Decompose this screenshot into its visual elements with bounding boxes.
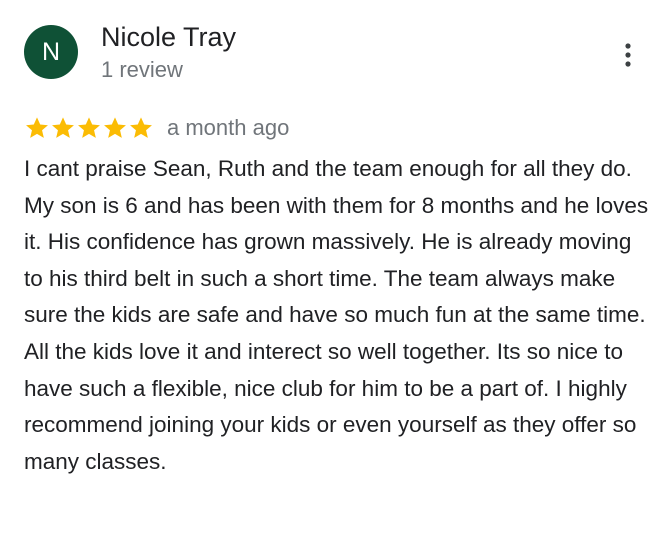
star-icon xyxy=(130,117,152,138)
star-icon xyxy=(78,117,100,138)
reviewer-review-count[interactable]: 1 review xyxy=(101,56,183,84)
rating-row: a month ago xyxy=(24,112,289,144)
star-icon xyxy=(26,117,48,138)
avatar[interactable]: N xyxy=(24,25,78,79)
review-card: N Nicole Tray 1 review a month ago I can… xyxy=(0,0,666,535)
more-options-button[interactable] xyxy=(612,38,644,74)
star-icon xyxy=(52,117,74,138)
avatar-initial: N xyxy=(41,37,61,66)
reviewer-name[interactable]: Nicole Tray xyxy=(101,20,236,54)
star-rating xyxy=(24,115,154,141)
review-timestamp: a month ago xyxy=(167,115,290,140)
star-icon xyxy=(104,117,126,138)
more-vertical-icon xyxy=(625,43,631,67)
review-text: I cant praise Sean, Ruth and the team en… xyxy=(24,156,649,474)
